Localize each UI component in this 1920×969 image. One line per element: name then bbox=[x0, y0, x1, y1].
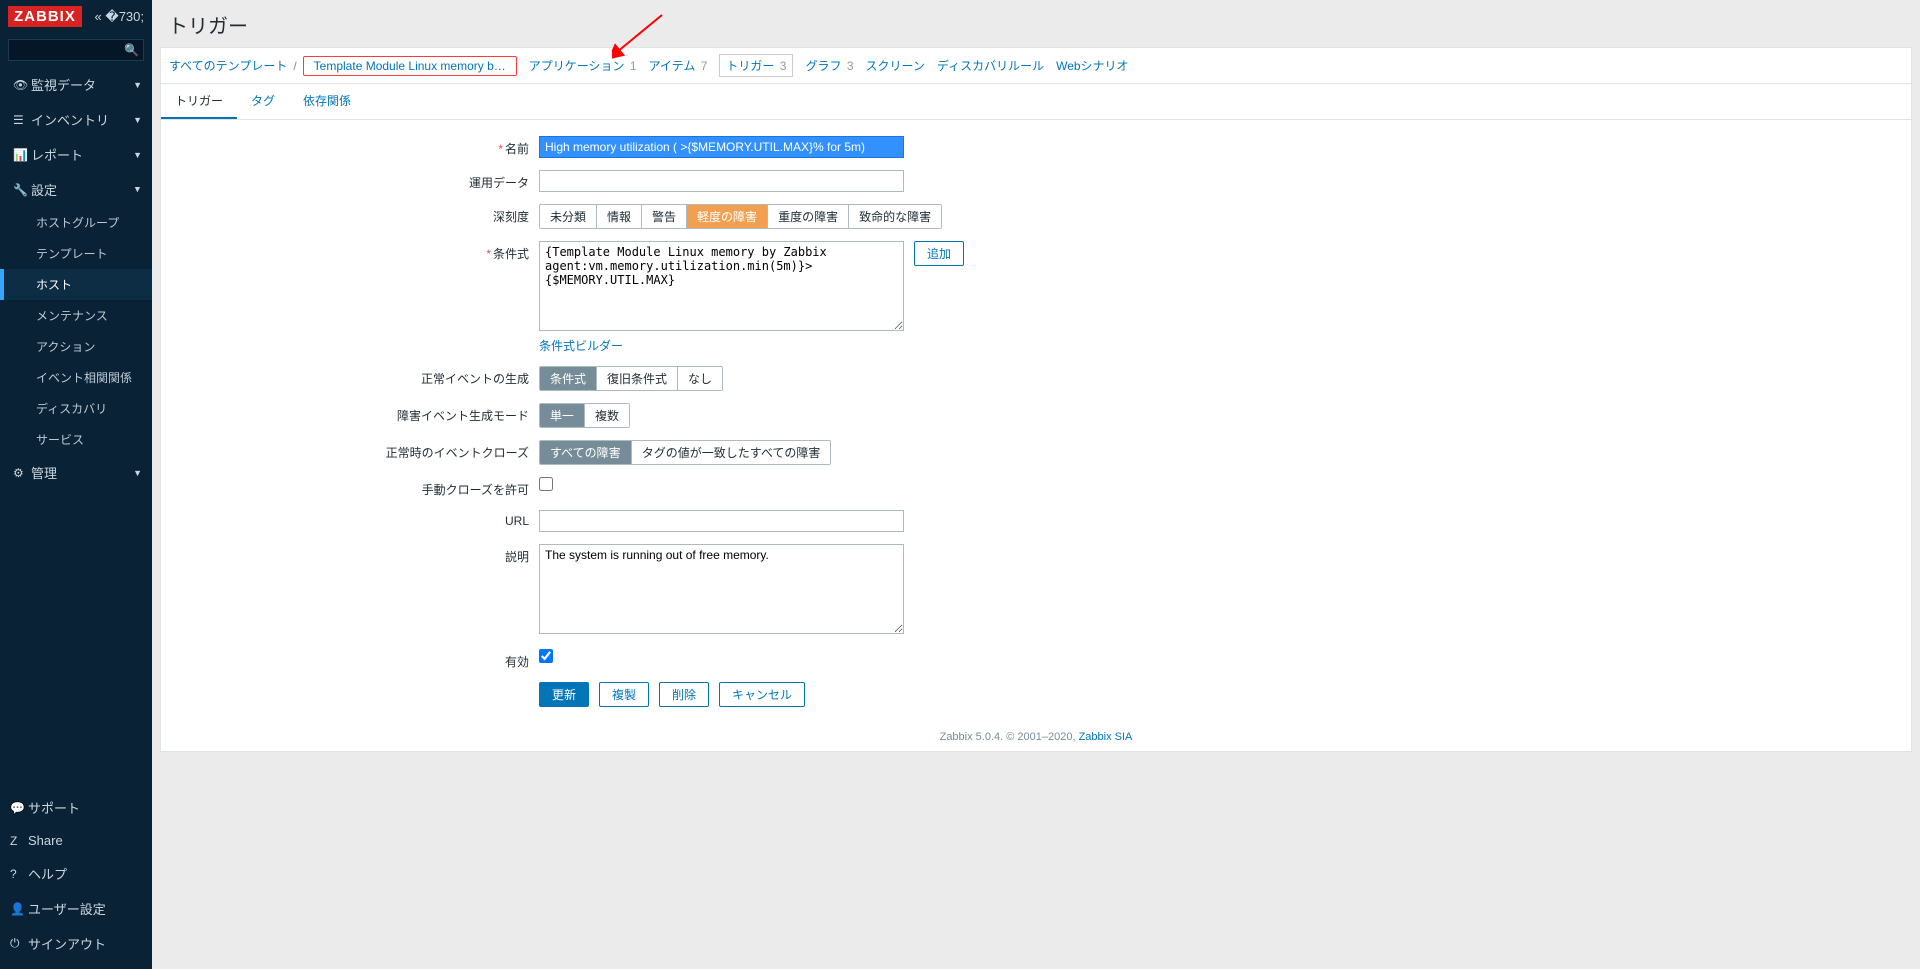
severity-selector: 未分類 情報 警告 軽度の障害 重度の障害 致命的な障害 bbox=[539, 204, 942, 229]
ok-event-recovery[interactable]: 復旧条件式 bbox=[597, 367, 678, 390]
user-icon: 👤 bbox=[10, 902, 28, 916]
update-button[interactable]: 更新 bbox=[539, 682, 589, 707]
bc-screens[interactable]: スクリーン bbox=[866, 57, 925, 74]
label-manual-close: 手動クローズを許可 bbox=[422, 483, 529, 497]
bc-items[interactable]: アイテム bbox=[649, 59, 696, 73]
tab-deps[interactable]: 依存関係 bbox=[289, 84, 365, 119]
bc-template[interactable]: Template Module Linux memory b… bbox=[303, 56, 517, 76]
nav-monitoring[interactable]: 👁監視データ▼ bbox=[0, 67, 152, 102]
help-icon: ? bbox=[10, 867, 28, 881]
problem-mode-multiple[interactable]: 複数 bbox=[585, 404, 629, 427]
sidebar-collapse-button[interactable]: « �730; bbox=[95, 9, 144, 25]
cancel-button[interactable]: キャンセル bbox=[719, 682, 805, 707]
list-icon: ☰ bbox=[13, 113, 31, 127]
subnav-hostgroups[interactable]: ホストグループ bbox=[0, 207, 152, 238]
ok-close-all[interactable]: すべての障害 bbox=[540, 441, 632, 464]
sev-warning[interactable]: 警告 bbox=[642, 205, 687, 228]
support-icon: 💬 bbox=[10, 801, 28, 815]
bc-web[interactable]: Webシナリオ bbox=[1056, 57, 1128, 74]
tab-trigger[interactable]: トリガー bbox=[161, 84, 237, 119]
subnav-discovery[interactable]: ディスカバリ bbox=[0, 393, 152, 424]
nav-support[interactable]: 💬サポート bbox=[0, 790, 152, 825]
label-expression: 条件式 bbox=[493, 247, 529, 261]
bc-triggers-count: 3 bbox=[780, 59, 787, 73]
nav-configuration[interactable]: 🔧設定▲ bbox=[0, 172, 152, 207]
problem-mode-selector: 単一 複数 bbox=[539, 403, 630, 428]
subnav-services[interactable]: サービス bbox=[0, 424, 152, 455]
logo: ZABBIX bbox=[8, 6, 82, 27]
share-icon: Z bbox=[10, 834, 28, 848]
nav-user[interactable]: 👤ユーザー設定 bbox=[0, 891, 152, 926]
description-textarea[interactable] bbox=[539, 544, 904, 634]
sev-info[interactable]: 情報 bbox=[597, 205, 642, 228]
label-name: 名前 bbox=[505, 142, 529, 156]
subnav-templates[interactable]: テンプレート bbox=[0, 238, 152, 269]
label-description: 説明 bbox=[505, 550, 529, 564]
ok-event-expr[interactable]: 条件式 bbox=[540, 367, 597, 390]
subnav-actions[interactable]: アクション bbox=[0, 331, 152, 362]
footer: Zabbix 5.0.4. © 2001–2020, Zabbix SIA bbox=[161, 717, 1911, 751]
breadcrumb: すべてのテンプレート / Template Module Linux memor… bbox=[160, 47, 1912, 84]
bc-triggers[interactable]: トリガー bbox=[726, 59, 774, 73]
label-enabled: 有効 bbox=[505, 655, 529, 669]
expression-add-button[interactable]: 追加 bbox=[914, 241, 964, 266]
sev-not-classified[interactable]: 未分類 bbox=[540, 205, 597, 228]
ok-event-selector: 条件式 復旧条件式 なし bbox=[539, 366, 723, 391]
nav-inventory[interactable]: ☰インベントリ▼ bbox=[0, 102, 152, 137]
subnav-maintenance[interactable]: メンテナンス bbox=[0, 300, 152, 331]
expression-builder-link[interactable]: 条件式ビルダー bbox=[539, 339, 623, 353]
ok-close-selector: すべての障害 タグの値が一致したすべての障害 bbox=[539, 440, 831, 465]
sev-average[interactable]: 軽度の障害 bbox=[687, 205, 768, 228]
gear-icon: ⚙ bbox=[13, 466, 31, 480]
bc-discovery[interactable]: ディスカバリルール bbox=[937, 57, 1044, 74]
signout-icon: ⏻ bbox=[10, 936, 28, 951]
expression-textarea[interactable] bbox=[539, 241, 904, 331]
label-severity: 深刻度 bbox=[493, 210, 529, 224]
bc-all-templates[interactable]: すべてのテンプレート bbox=[169, 57, 287, 74]
label-url: URL bbox=[505, 514, 529, 528]
eye-icon: 👁 bbox=[13, 78, 31, 92]
label-opdata: 運用データ bbox=[469, 176, 529, 190]
nav-help[interactable]: ?ヘルプ bbox=[0, 856, 152, 891]
page-title: トリガー bbox=[160, 0, 1912, 47]
ok-event-none[interactable]: なし bbox=[678, 367, 722, 390]
enabled-checkbox[interactable] bbox=[539, 649, 553, 663]
label-problem-mode: 障害イベント生成モード bbox=[397, 409, 529, 423]
subnav-correlation[interactable]: イベント相関関係 bbox=[0, 362, 152, 393]
nav-reports[interactable]: 📊レポート▼ bbox=[0, 137, 152, 172]
chart-icon: 📊 bbox=[13, 148, 31, 162]
search-icon[interactable]: 🔍 bbox=[124, 43, 139, 57]
subnav-hosts[interactable]: ホスト bbox=[0, 269, 152, 300]
nav-admin[interactable]: ⚙管理▼ bbox=[0, 455, 152, 490]
label-ok-close: 正常時のイベントクローズ bbox=[386, 446, 529, 460]
ok-close-tags[interactable]: タグの値が一致したすべての障害 bbox=[632, 441, 831, 464]
bc-graphs-count: 3 bbox=[847, 59, 854, 73]
bc-sep: / bbox=[293, 59, 296, 73]
sev-high[interactable]: 重度の障害 bbox=[768, 205, 849, 228]
footer-link[interactable]: Zabbix SIA bbox=[1079, 731, 1133, 743]
nav-signout[interactable]: ⏻サインアウト bbox=[0, 926, 152, 961]
label-ok-event: 正常イベントの生成 bbox=[421, 372, 529, 386]
name-input[interactable] bbox=[539, 136, 904, 158]
nav-share[interactable]: ZShare bbox=[0, 825, 152, 856]
manual-close-checkbox[interactable] bbox=[539, 477, 553, 491]
clone-button[interactable]: 複製 bbox=[599, 682, 649, 707]
bc-items-count: 7 bbox=[701, 59, 708, 73]
delete-button[interactable]: 削除 bbox=[659, 682, 709, 707]
tabs: トリガー タグ 依存関係 bbox=[161, 84, 1911, 120]
opdata-input[interactable] bbox=[539, 170, 904, 192]
bc-applications[interactable]: アプリケーション bbox=[529, 59, 625, 73]
wrench-icon: 🔧 bbox=[13, 183, 31, 197]
sev-disaster[interactable]: 致命的な障害 bbox=[849, 205, 941, 228]
bc-graphs[interactable]: グラフ bbox=[805, 59, 841, 73]
url-input[interactable] bbox=[539, 510, 904, 532]
tab-tags[interactable]: タグ bbox=[237, 84, 289, 119]
bc-applications-count: 1 bbox=[630, 59, 637, 73]
problem-mode-single[interactable]: 単一 bbox=[540, 404, 585, 427]
